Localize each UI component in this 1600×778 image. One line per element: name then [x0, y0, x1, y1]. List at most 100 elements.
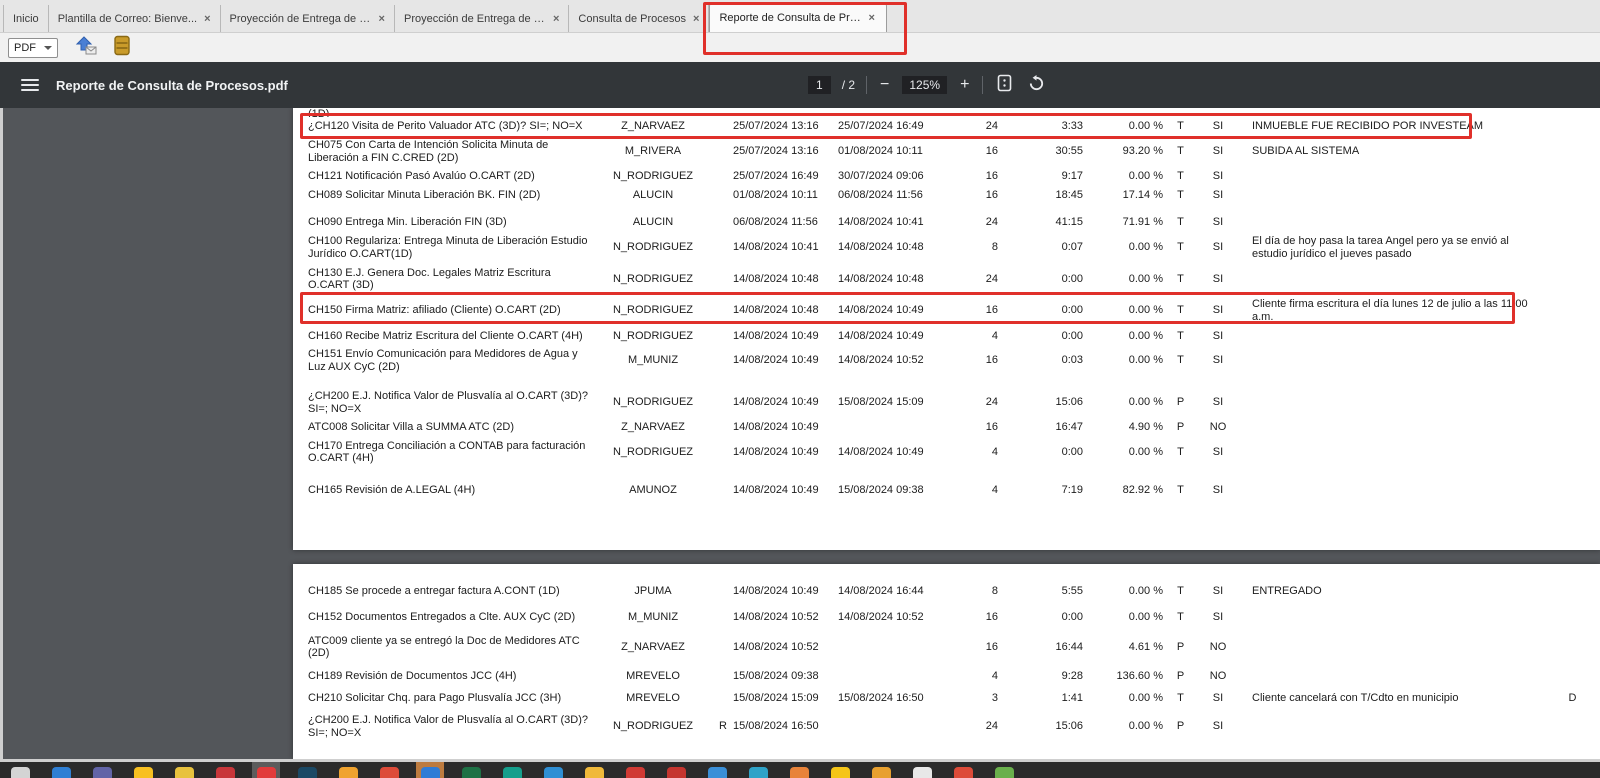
task-name-cell: CH151 Envío Comunicación para Medidores …: [308, 348, 578, 373]
end-datetime-cell: 14/08/2024 10:49: [838, 304, 924, 317]
search-circle-icon[interactable]: [51, 767, 71, 778]
browser-tab-1[interactable]: Plantilla de Correo: Bienve... ×: [49, 5, 221, 32]
browser-tab-4[interactable]: Consulta de Procesos ×: [569, 5, 710, 32]
menu-icon[interactable]: [21, 79, 39, 91]
close-icon[interactable]: ×: [379, 13, 385, 25]
percent-cell: 0.00 %: [1128, 170, 1163, 182]
start-datetime-cell: 25/07/2024 13:16: [733, 145, 819, 158]
page-number-input[interactable]: 1: [808, 76, 831, 94]
elapsed-duration-cell: 9:17: [1061, 170, 1083, 182]
outlook-icon[interactable]: [420, 767, 440, 778]
status-letter-cell: T: [1177, 188, 1184, 201]
task-name-cell: CH185 Se procede a entregar factura A.CO…: [308, 585, 560, 598]
start-datetime-cell: 15/08/2024 16:50: [733, 720, 819, 733]
table-row: CH189 Revisión de Documentos JCC (4H) MRE…: [293, 667, 1600, 686]
opera-browser-taskbar-slot: [252, 762, 280, 778]
elapsed-duration-cell: 15:06: [1055, 396, 1083, 409]
flame-app-icon[interactable]: [338, 767, 358, 778]
percent-cell: 17.14 %: [1122, 188, 1163, 201]
folder-2-icon[interactable]: [584, 767, 604, 778]
assignee-cell: Z_NARVAEZ: [621, 640, 685, 653]
flame-app-2-icon[interactable]: [871, 767, 891, 778]
allocated-hours-cell: 16: [985, 145, 998, 158]
assignee-cell: N_RODRIGUEZ: [612, 396, 694, 409]
allocated-hours-cell: 16: [985, 640, 998, 653]
percent-cell: 0.00 %: [1128, 272, 1163, 285]
status-letter-cell: P: [1176, 669, 1185, 682]
table-row: ATC008 Solicitar Villa a SUMMA ATC (2D) Z…: [293, 418, 1600, 437]
assignee-cell: N_RODRIGUEZ: [612, 720, 694, 733]
close-icon[interactable]: ×: [553, 13, 559, 25]
table-row: CH165 Revisión de A.LEGAL (4H) AMUNOZ 14/0…: [293, 481, 1600, 500]
excel-icon[interactable]: [461, 767, 481, 778]
close-icon[interactable]: ×: [868, 12, 874, 24]
assignee-cell: N_RODRIGUEZ: [612, 445, 694, 458]
fit-to-page-icon[interactable]: [994, 74, 1015, 96]
percent-cell: 0.00 %: [1128, 396, 1163, 409]
browser-tab-2[interactable]: Proyección de Entrega de Ca... ×: [221, 5, 395, 32]
file-explorer-folder-icon[interactable]: [133, 767, 153, 778]
percent-cell: 93.20 %: [1122, 145, 1163, 158]
page-total-label: / 2: [841, 78, 856, 92]
tab-title: Reporte de Consulta de Proc...: [719, 11, 862, 24]
orange-ring-app-icon[interactable]: [789, 767, 809, 778]
status-letter-cell: T: [1177, 611, 1184, 623]
start-datetime-cell: 06/08/2024 11:56: [733, 216, 818, 228]
task-name-cell: ¿CH120 Visita de Perito Valuador ATC (3D…: [308, 120, 583, 133]
edge-browser-icon[interactable]: [543, 767, 563, 778]
d-flag-cell: D: [1568, 692, 1577, 705]
browser-tab-0[interactable]: Inicio: [3, 5, 49, 32]
pdf-page-2: CH185 Se procede a entregar factura A.CO…: [293, 564, 1600, 759]
assignee-cell: M_RIVERA: [624, 145, 682, 158]
yes-no-cell: SI: [1212, 354, 1224, 367]
close-icon[interactable]: ×: [204, 13, 210, 25]
sprout-app-icon[interactable]: [994, 767, 1014, 778]
blue-ring-app-icon[interactable]: [707, 767, 727, 778]
pdf-doc-app-icon[interactable]: [912, 767, 932, 778]
red-app-2-icon[interactable]: [625, 767, 645, 778]
red-white-app-icon[interactable]: [215, 767, 235, 778]
send-report-button[interactable]: [72, 36, 98, 60]
start-icon[interactable]: [10, 767, 30, 778]
allocated-hours-cell: 8: [991, 585, 998, 598]
browser-tab-5[interactable]: Reporte de Consulta de Proc... ×: [709, 2, 888, 32]
blue-ring-app-taskbar-slot: [703, 762, 731, 778]
teams-icon[interactable]: [92, 767, 112, 778]
teal-app-icon[interactable]: [502, 767, 522, 778]
yellow-tile-app-icon[interactable]: [830, 767, 850, 778]
table-row: CH150 Firma Matriz: afiliado (Cliente) O…: [293, 295, 1600, 327]
r-flag-cell: R: [719, 720, 727, 733]
status-letter-cell: P: [1176, 396, 1185, 409]
teal-tile-app-icon[interactable]: [748, 767, 768, 778]
browser-tab-3[interactable]: Proyección de Entrega de Ca... ×: [395, 5, 570, 32]
percent-cell: 0.00 %: [1128, 720, 1163, 733]
percent-cell: 136.60 %: [1116, 669, 1163, 682]
end-datetime-cell: 14/08/2024 10:49: [838, 445, 924, 458]
pen-tool-taskbar-slot: [170, 762, 198, 778]
pdf-viewer-toolbar: Reporte de Consulta de Procesos.pdf 1 / …: [0, 62, 1600, 108]
red-app-3-icon[interactable]: [666, 767, 686, 778]
zoom-in-button[interactable]: +: [958, 77, 971, 93]
status-letter-cell: T: [1177, 445, 1184, 458]
status-letter-cell: T: [1177, 304, 1184, 317]
elapsed-duration-cell: 0:00: [1061, 272, 1083, 285]
opera-browser-icon[interactable]: [256, 767, 276, 778]
task-name-cell: CH152 Documentos Entregados a Clte. AUX …: [308, 611, 576, 623]
allocated-hours-cell: 24: [985, 720, 998, 733]
rotate-icon[interactable]: [1026, 74, 1047, 96]
format-select[interactable]: PDF: [8, 37, 58, 58]
assignee-cell: MREVELO: [626, 692, 680, 705]
ledger-button[interactable]: [112, 35, 132, 60]
yes-no-cell: SI: [1212, 304, 1224, 317]
outlook-taskbar-slot: [416, 762, 444, 778]
powershell-icon[interactable]: [297, 767, 317, 778]
yes-no-cell: SI: [1212, 145, 1224, 158]
close-icon[interactable]: ×: [693, 13, 699, 25]
zoom-out-button[interactable]: −: [878, 77, 891, 93]
red-circle-app-icon[interactable]: [379, 767, 399, 778]
yes-no-cell: SI: [1212, 585, 1224, 598]
red-circle-app-2-icon[interactable]: [953, 767, 973, 778]
pdf-page-1: (1D) ¿CH120 Visita de Perito Valuador AT…: [293, 108, 1600, 550]
pen-tool-icon[interactable]: [174, 767, 194, 778]
start-datetime-cell: 14/08/2024 10:49: [733, 483, 819, 496]
